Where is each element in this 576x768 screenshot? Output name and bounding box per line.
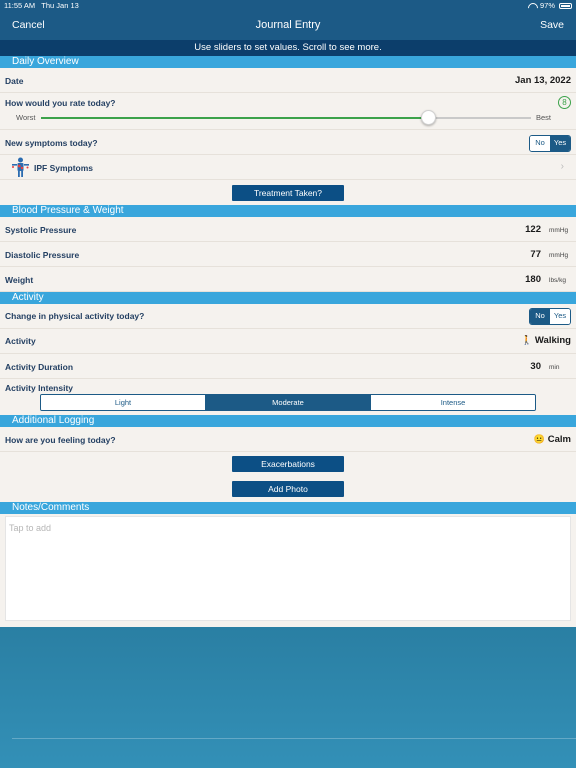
symptoms-toggle[interactable]: No Yes <box>529 135 571 152</box>
duration-label: Activity Duration <box>5 362 74 372</box>
treatment-taken-button[interactable]: Treatment Taken? <box>232 185 344 201</box>
activity-label: Activity <box>5 336 36 346</box>
weight-unit: lbs/kg <box>549 277 566 284</box>
symptoms-row: New symptoms today? No Yes <box>0 130 576 155</box>
activity-change-row: Change in physical activity today? No Ye… <box>0 304 576 329</box>
ipf-symptoms-row[interactable]: IPF Symptoms › <box>0 155 576 180</box>
exacerbations-button[interactable]: Exacerbations <box>232 456 344 472</box>
weight-row[interactable]: Weight 180 lbs/kg <box>0 267 576 292</box>
date-row[interactable]: Date Jan 13, 2022 <box>0 68 576 93</box>
weight-value[interactable]: 180 <box>525 274 541 285</box>
date-value[interactable]: Jan 13, 2022 <box>515 75 571 86</box>
status-time: 11:55 AM <box>4 1 36 10</box>
save-button[interactable]: Save <box>540 19 564 31</box>
diastolic-label: Diastolic Pressure <box>5 250 80 260</box>
feeling-label: How are you feeling today? <box>5 435 116 445</box>
symptoms-no-option[interactable]: No <box>530 136 550 151</box>
page-title: Journal Entry <box>255 19 321 31</box>
rating-badge: 8 <box>558 96 571 109</box>
battery-percent: 97% <box>539 1 555 10</box>
neutral-face-icon: 😐 <box>533 434 546 444</box>
duration-value[interactable]: 30 <box>530 361 541 372</box>
rating-slider[interactable] <box>41 110 531 125</box>
activity-change-yes-option[interactable]: Yes <box>550 309 570 324</box>
systolic-unit: mmHg <box>549 227 569 234</box>
section-activity: Activity <box>0 292 576 304</box>
intensity-label: Activity Intensity <box>5 383 74 393</box>
section-notes: Notes/Comments <box>0 502 576 514</box>
systolic-label: Systolic Pressure <box>5 225 77 235</box>
systolic-row[interactable]: Systolic Pressure 122 mmHg <box>0 217 576 242</box>
divider <box>12 738 576 739</box>
intensity-light-option[interactable]: Light <box>41 395 206 410</box>
ipf-symptoms-label: IPF Symptoms <box>34 163 94 173</box>
diastolic-unit: mmHg <box>549 252 569 259</box>
journal-form[interactable]: Daily Overview Date Jan 13, 2022 How wou… <box>0 56 576 627</box>
diastolic-row[interactable]: Diastolic Pressure 77 mmHg <box>0 242 576 267</box>
slider-max-label: Best <box>536 113 552 122</box>
activity-change-toggle[interactable]: No Yes <box>529 308 571 325</box>
notes-placeholder: Tap to add <box>9 523 52 533</box>
diastolic-value[interactable]: 77 <box>530 249 541 260</box>
status-right: 97% <box>528 1 572 10</box>
activity-value-text: Walking <box>534 335 571 346</box>
status-time-date: 11:55 AM Thu Jan 13 <box>4 1 79 10</box>
section-blood-pressure: Blood Pressure & Weight <box>0 205 576 217</box>
symptoms-label: New symptoms today? <box>5 138 98 148</box>
intensity-intense-option[interactable]: Intense <box>371 395 535 410</box>
intensity-selector[interactable]: Light Moderate Intense <box>40 394 536 411</box>
rating-row: How would you rate today? 8 Worst Best <box>0 93 576 130</box>
activity-row[interactable]: Activity 🚶 Walking <box>0 329 576 354</box>
activity-value[interactable]: 🚶 Walking <box>521 335 571 346</box>
systolic-value[interactable]: 122 <box>525 224 541 235</box>
body-figure-icon <box>12 157 29 177</box>
background-panel <box>0 627 576 768</box>
feeling-value-text: Calm <box>547 434 571 445</box>
status-bar: 11:55 AM Thu Jan 13 97% <box>0 0 576 11</box>
feeling-row[interactable]: How are you feeling today? 😐 Calm <box>0 427 576 452</box>
section-additional-logging: Additional Logging <box>0 415 576 427</box>
activity-change-no-option[interactable]: No <box>530 309 550 324</box>
duration-row[interactable]: Activity Duration 30 min <box>0 354 576 379</box>
weight-label: Weight <box>5 275 34 285</box>
rating-label: How would you rate today? <box>5 98 116 108</box>
walking-icon: 🚶 <box>521 335 533 345</box>
chevron-right-icon: › <box>560 161 564 172</box>
section-daily-overview: Daily Overview <box>0 56 576 68</box>
hint-banner: Use sliders to set values. Scroll to see… <box>0 40 576 56</box>
nav-bar: Cancel Journal Entry Save <box>0 11 576 40</box>
intensity-moderate-option[interactable]: Moderate <box>206 395 371 410</box>
battery-icon <box>559 2 572 9</box>
activity-change-label: Change in physical activity today? <box>5 311 145 321</box>
add-photo-button[interactable]: Add Photo <box>232 481 344 497</box>
rating-slider-thumb[interactable] <box>420 110 436 125</box>
symptoms-yes-option[interactable]: Yes <box>550 136 570 151</box>
slider-min-label: Worst <box>16 113 36 122</box>
wifi-icon <box>528 3 536 9</box>
rating-slider-fill <box>41 117 429 119</box>
duration-unit: min <box>549 364 560 371</box>
notes-textarea[interactable]: Tap to add <box>5 516 571 621</box>
date-label: Date <box>5 76 24 86</box>
status-date: Thu Jan 13 <box>41 1 79 10</box>
feeling-value[interactable]: 😐 Calm <box>534 434 571 445</box>
